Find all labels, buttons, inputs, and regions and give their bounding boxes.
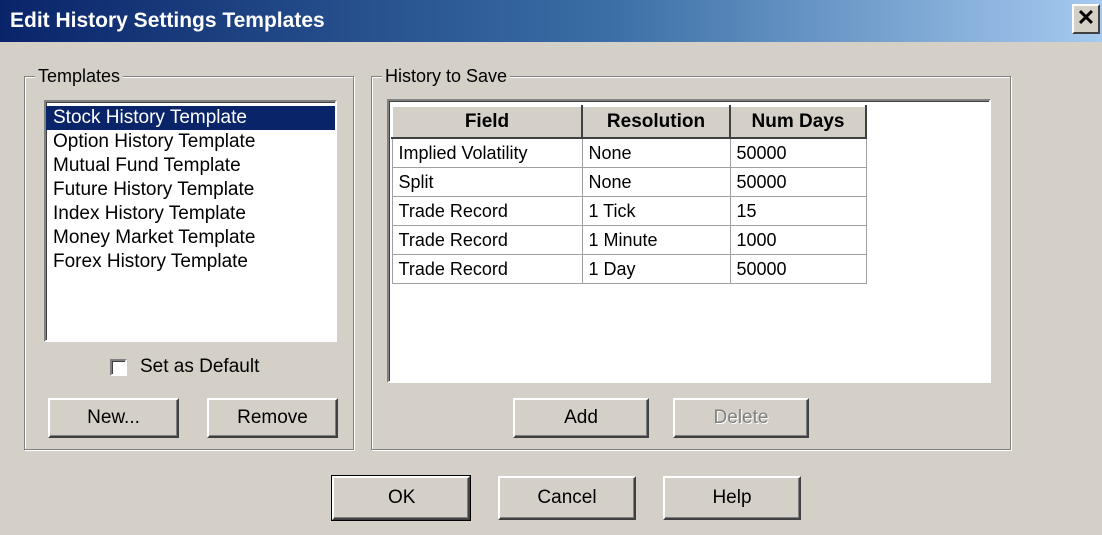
window-title: Edit History Settings Templates <box>10 9 325 32</box>
table-cell[interactable]: 1 Day <box>581 254 731 284</box>
table-row[interactable]: Trade Record 1 Day 50000 <box>391 254 867 284</box>
history-group-label: History to Save <box>382 65 511 87</box>
column-header-num-days[interactable]: Num Days <box>729 105 867 139</box>
set-default-checkbox[interactable] <box>110 359 127 376</box>
table-cell[interactable]: Split <box>391 167 583 197</box>
history-table: Field Resolution Num Days Implied Volatili… <box>391 105 867 284</box>
template-list-item[interactable]: Option History Template <box>46 130 335 154</box>
history-grid-panel[interactable]: Field Resolution Num Days Implied Volatili… <box>387 99 991 383</box>
add-button[interactable]: Add <box>513 398 649 438</box>
column-header-field[interactable]: Field <box>391 105 583 139</box>
template-list-item[interactable]: Future History Template <box>46 178 335 202</box>
history-header-row: Field Resolution Num Days <box>391 105 867 139</box>
table-cell[interactable]: 50000 <box>729 254 867 284</box>
templates-listbox[interactable]: Stock History Template Option History Tem… <box>44 100 337 342</box>
cancel-button[interactable]: Cancel <box>498 476 636 520</box>
column-header-resolution[interactable]: Resolution <box>581 105 731 139</box>
template-list-item[interactable]: Money Market Template <box>46 226 335 250</box>
table-cell[interactable]: 1000 <box>729 225 867 255</box>
table-cell[interactable]: Trade Record <box>391 254 583 284</box>
table-cell[interactable]: 1 Tick <box>581 196 731 226</box>
table-row[interactable]: Implied Volatility None 50000 <box>391 137 867 168</box>
table-cell[interactable]: 15 <box>729 196 867 226</box>
template-list-item[interactable]: Stock History Template <box>46 106 335 130</box>
table-cell[interactable]: 1 Minute <box>581 225 731 255</box>
template-list-item[interactable]: Forex History Template <box>46 250 335 274</box>
templates-group-label: Templates <box>35 65 124 87</box>
table-cell[interactable]: Trade Record <box>391 196 583 226</box>
title-bar: Edit History Settings Templates <box>0 0 1102 42</box>
table-row[interactable]: Split None 50000 <box>391 167 867 197</box>
template-list: Stock History Template Option History Tem… <box>46 106 335 274</box>
delete-button[interactable]: Delete <box>673 398 809 438</box>
template-list-item[interactable]: Index History Template <box>46 202 335 226</box>
table-row[interactable]: Trade Record 1 Tick 15 <box>391 196 867 226</box>
table-cell[interactable]: None <box>581 167 731 197</box>
history-table-body: Implied Volatility None 50000 Split None 5000… <box>391 137 867 284</box>
help-button[interactable]: Help <box>663 476 801 520</box>
close-icon[interactable]: ✕ <box>1072 4 1100 34</box>
table-cell[interactable]: 50000 <box>729 167 867 197</box>
table-row[interactable]: Trade Record 1 Minute 1000 <box>391 225 867 255</box>
template-list-item[interactable]: Mutual Fund Template <box>46 154 335 178</box>
table-cell[interactable]: Implied Volatility <box>391 137 583 168</box>
table-cell[interactable]: None <box>581 137 731 168</box>
table-cell[interactable]: 50000 <box>729 137 867 168</box>
remove-template-button[interactable]: Remove <box>207 398 338 438</box>
table-cell[interactable]: Trade Record <box>391 225 583 255</box>
ok-button[interactable]: OK <box>331 475 471 521</box>
set-default-label[interactable]: Set as Default <box>140 356 259 378</box>
new-template-button[interactable]: New... <box>48 398 179 438</box>
